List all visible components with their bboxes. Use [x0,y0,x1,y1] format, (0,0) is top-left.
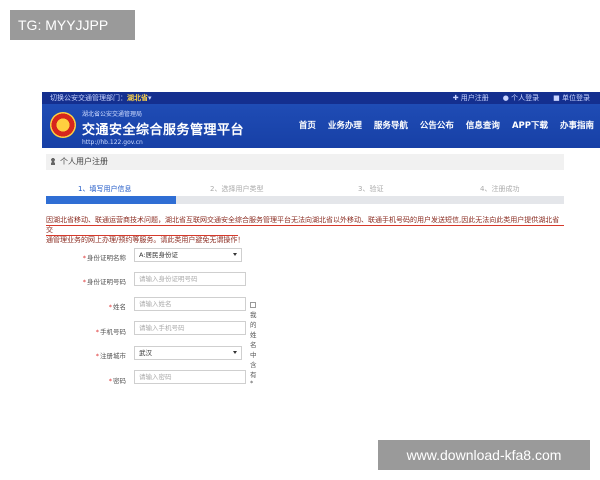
current-region[interactable]: 湖北省 [127,94,148,102]
id-type-value: A:居民身份证 [139,251,179,259]
id-number-input[interactable]: 请输入身份证明号码 [134,272,246,286]
step-1: 1、填写用户信息 [78,185,132,193]
registration-steps: 1、填写用户信息 2、选择用户类型 3、验证 4、注册成功 [46,184,564,194]
city-value: 武汉 [139,349,152,357]
company-login-label: 单位登录 [562,94,590,102]
password-label: *密码 [108,377,126,385]
password-placeholder: 请输入密码 [139,373,172,381]
id-type-label: *身份证明名称 [82,254,126,262]
user-icon [50,158,56,165]
personal-login-label: 个人登录 [511,94,540,102]
chevron-down-icon [233,351,237,354]
step-3: 3、验证 [358,185,384,193]
register-link-label: 用户注册 [460,94,489,102]
chevron-down-icon [233,253,237,256]
nav-app-download[interactable]: APP下载 [512,119,548,131]
name-label-text: 姓名 [113,303,126,311]
nav-info-query[interactable]: 信息查询 [466,119,500,131]
page: TG: MYYJJPP 切换公安交通管理部门：湖北省▾ ✚ 用户注册 ● 个人登… [0,0,600,480]
checkbox-box [250,302,256,308]
plus-icon: ✚ [452,94,459,102]
step-progress-fill [46,196,176,204]
phone-label-text: 手机号码 [100,328,126,336]
main-nav: 首页 业务办理 服务导航 公告公布 信息查询 APP下载 办事指南 [299,119,594,131]
police-emblem-logo [50,112,76,138]
region-switcher[interactable]: 切换公安交通管理部门：湖北省▾ [50,92,152,104]
step-progress-bar [46,196,564,204]
password-input[interactable]: 请输入密码 [134,370,246,384]
phone-input[interactable]: 请输入手机号码 [134,321,246,335]
building-icon: ■ [553,94,560,102]
site-url: http://hb.122.gov.cn [82,139,143,146]
rare-char-label: 我的姓名中含有* [250,311,257,387]
nav-service-guide[interactable]: 服务导航 [374,119,408,131]
company-login-link[interactable]: ■ 单位登录 [553,92,590,104]
register-link[interactable]: ✚ 用户注册 [453,92,489,104]
site-header: 湖北省公安交通管理局 交通安全综合服务管理平台 http://hb.122.go… [42,104,600,148]
id-type-select[interactable]: A:居民身份证 [134,248,242,262]
org-name: 湖北省公安交通管理局 [82,111,143,118]
personal-login-link[interactable]: ● 个人登录 [503,92,539,104]
phone-label: *手机号码 [95,328,126,336]
brand[interactable]: 湖北省公安交通管理局 交通安全综合服务管理平台 http://hb.122.go… [82,109,244,146]
step-2: 2、选择用户类型 [210,185,264,193]
sms-notice: 因湖北省移动、联通运营商技术问题，湖北省互联网交通安全综合服务管理平台无法向湖北… [46,215,564,245]
notice-line-2: 通管理业务的网上办理/预约等服务。请此类用户避免无谓操作！ [46,236,245,244]
watermark-top: TG: MYYJJPP [10,10,135,40]
breadcrumb: 个人用户注册 [46,154,564,170]
account-links: ✚ 用户注册 ● 个人登录 ■ 单位登录 [453,92,590,104]
city-label-text: 注册城市 [100,352,126,360]
city-label: *注册城市 [95,352,126,360]
name-placeholder: 请输入姓名 [139,300,172,308]
step-4: 4、注册成功 [480,185,520,193]
notice-underline-1 [46,225,564,226]
id-type-label-text: 身份证明名称 [87,254,126,262]
name-input[interactable]: 请输入姓名 [134,297,246,311]
notice-underline-2 [46,235,238,236]
site-title: 交通安全综合服务管理平台 [82,123,245,138]
chevron-down-icon: ▾ [148,94,152,102]
id-number-label: *身份证明号码 [82,278,126,286]
watermark-bottom: www.download-kfa8.com [378,440,590,470]
nav-guide[interactable]: 办事指南 [560,119,594,131]
nav-home[interactable]: 首页 [299,119,316,131]
name-label: *姓名 [108,303,126,311]
top-utility-bar: 切换公安交通管理部门：湖北省▾ ✚ 用户注册 ● 个人登录 ■ 单位登录 [42,92,600,104]
id-number-label-text: 身份证明号码 [87,278,126,286]
phone-placeholder: 请输入手机号码 [139,324,185,332]
city-select[interactable]: 武汉 [134,346,242,360]
rare-char-checkbox[interactable]: 我的姓名中含有* [250,301,259,387]
breadcrumb-label: 个人用户注册 [60,157,108,166]
nav-business[interactable]: 业务办理 [328,119,362,131]
user-icon: ● [502,94,509,102]
nav-announcements[interactable]: 公告公布 [420,119,454,131]
password-label-text: 密码 [113,377,126,385]
region-switch-label: 切换公安交通管理部门： [50,94,127,102]
id-number-placeholder: 请输入身份证明号码 [139,275,198,283]
